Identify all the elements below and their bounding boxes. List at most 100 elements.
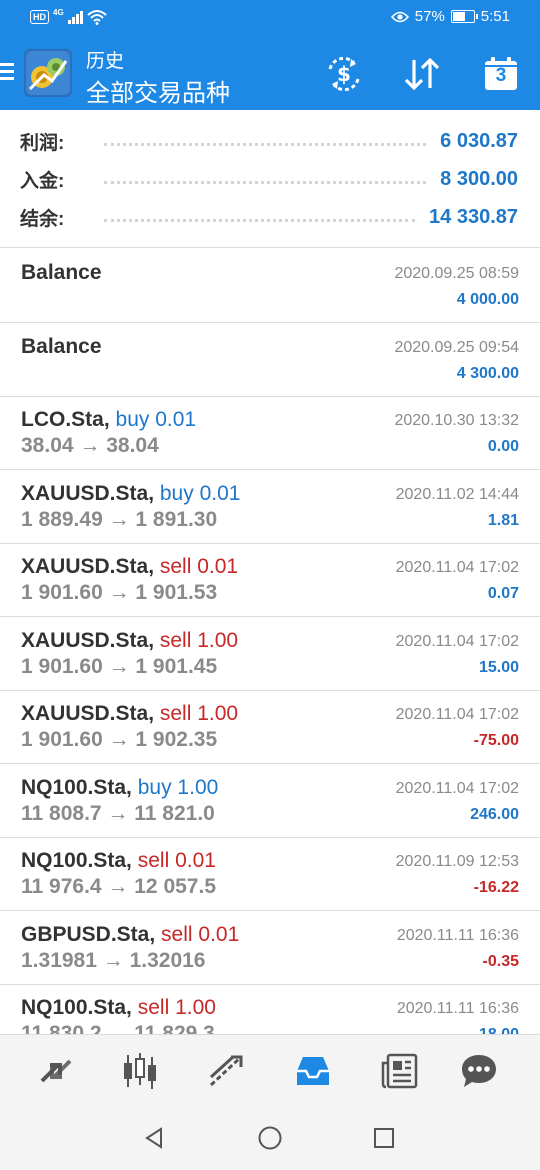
deal-time: 2020.11.09 12:53: [395, 853, 519, 870]
deal-profit: 4 300.00: [456, 364, 519, 382]
deal-profit: 0.07: [487, 585, 519, 602]
deal-symbol-line: NQ100.Sta, sell 1.00: [21, 996, 216, 1020]
svg-text:$: $: [337, 62, 351, 86]
calendar-day: 3: [495, 65, 507, 86]
deal-action: sell 1.00: [159, 628, 239, 652]
status-right: 57% 5:51: [390, 8, 510, 25]
app-bar: HD 4G 57% 5:51 历史 全部交易品种 $ 3: [0, 0, 540, 110]
header-title: 历史: [86, 51, 125, 72]
recents-icon: [374, 1128, 394, 1148]
deal-row[interactable]: XAUUSD.Sta, sell 0.01 1 901.60 → 1 901.53…: [0, 543, 540, 617]
deal-time: 2020.11.04 17:02: [395, 632, 519, 650]
home-button[interactable]: [256, 1124, 284, 1152]
deal-symbol: XAUUSD.Sta,: [21, 702, 155, 725]
deal-row[interactable]: GBPUSD.Sta, sell 0.01 1.31981 → 1.32016 20…: [0, 911, 540, 985]
deal-symbol: XAUUSD.Sta,: [21, 628, 155, 652]
deal-row[interactable]: Balance 2020.09.25 09:54 4 300.00: [0, 323, 540, 397]
deal-profit: 1.81: [487, 511, 519, 529]
deal-symbol-line: XAUUSD.Sta, sell 1.00: [21, 702, 238, 726]
deal-action: sell 1.00: [137, 996, 216, 1019]
deal-profit: 18.00: [479, 1026, 519, 1034]
battery-fill: [452, 12, 466, 21]
deal-time: 2020.09.25 08:59: [394, 265, 519, 282]
dot-leader: [104, 218, 416, 222]
deal-row[interactable]: XAUUSD.Sta, buy 0.01 1 889.49 → 1 891.30 2…: [0, 470, 540, 544]
deal-row[interactable]: Balance 2020.09.25 08:59 4 000.00: [0, 249, 540, 323]
back-icon: [145, 1127, 162, 1149]
deal-prices: 11 808.7 → 11 821.0: [21, 801, 215, 825]
deal-symbol-line: NQ100.Sta, sell 0.01: [21, 849, 216, 873]
deal-symbol: NQ100.Sta,: [21, 849, 132, 872]
currency-exchange-icon: $: [328, 57, 360, 91]
deal-symbol-line: XAUUSD.Sta, buy 0.01: [21, 482, 240, 506]
deal-row[interactable]: NQ100.Sta, sell 0.01 11 976.4 → 12 057.5 2…: [0, 837, 540, 911]
hd-badge: HD: [30, 10, 49, 24]
nav-chart[interactable]: [118, 1049, 162, 1093]
battery-percent: 57%: [414, 8, 445, 25]
deal-profit: 0.00: [487, 438, 519, 455]
nav-chat[interactable]: [457, 1049, 501, 1093]
network-type: 4G: [53, 7, 64, 17]
calendar-button[interactable]: 3: [479, 52, 523, 96]
deal-profit: 4 000.00: [456, 291, 519, 308]
deal-row[interactable]: NQ100.Sta, buy 1.00 11 808.7 → 11 821.0 20…: [0, 764, 540, 838]
nav-news[interactable]: [378, 1049, 422, 1093]
status-left: HD 4G: [30, 7, 107, 25]
deal-symbol: LCO.Sta,: [21, 408, 110, 431]
nav-quotes[interactable]: [34, 1049, 78, 1093]
app-logo[interactable]: [24, 49, 72, 97]
deal-time: 2020.11.04 17:02: [395, 559, 519, 576]
summary-row-deposit: 入金: 8 300.00: [20, 164, 518, 194]
deal-row[interactable]: XAUUSD.Sta, sell 1.00 1 901.60 → 1 901.45…: [0, 617, 540, 691]
nav-trade[interactable]: [205, 1049, 249, 1093]
summary-label: 结余:: [20, 208, 65, 230]
deal-row[interactable]: NQ100.Sta, sell 1.00 11 830.2 → 11 829.3 2…: [0, 984, 540, 1034]
deal-symbol-line: XAUUSD.Sta, sell 0.01: [21, 555, 238, 579]
news-icon: [381, 1053, 418, 1089]
summary-label: 利润:: [20, 132, 65, 154]
sort-icon: [404, 58, 440, 90]
deal-action: buy 1.00: [137, 775, 219, 799]
header-subtitle[interactable]: 全部交易品种: [86, 73, 230, 108]
deal-prices: 1 889.49 → 1 891.30: [21, 507, 218, 531]
deal-action: sell 0.01: [137, 849, 216, 872]
deal-row[interactable]: XAUUSD.Sta, sell 1.00 1 901.60 → 1 902.35…: [0, 690, 540, 764]
deal-time: 2020.09.25 09:54: [394, 338, 519, 356]
deal-list[interactable]: Balance 2020.09.25 08:59 4 000.00 Balance 20…: [0, 249, 540, 1034]
deal-symbol: Balance: [21, 334, 102, 358]
system-nav: [0, 1106, 540, 1170]
deal-symbol: NQ100.Sta,: [21, 996, 132, 1019]
deal-prices: 38.04 → 38.04: [21, 434, 159, 457]
deal-time: 2020.11.04 17:02: [395, 779, 519, 797]
deal-prices: 11 976.4 → 12 057.5: [21, 875, 216, 898]
deal-symbol: XAUUSD.Sta,: [21, 555, 155, 578]
chat-icon: [462, 1055, 496, 1087]
logo-graphic: [26, 51, 70, 95]
deal-prices: 1.31981 → 1.32016: [21, 948, 206, 972]
back-button[interactable]: [140, 1124, 168, 1152]
clock: 5:51: [480, 8, 510, 25]
deal-symbol-line: Balance: [21, 261, 102, 285]
deal-prices: 1 901.60 → 1 902.35: [21, 728, 218, 751]
deal-row[interactable]: LCO.Sta, buy 0.01 38.04 → 38.04 2020.10.30…: [0, 396, 540, 470]
battery-icon: [450, 10, 478, 23]
deal-profit: 15.00: [478, 658, 519, 676]
deal-prices: 1 901.60 → 1 901.53: [21, 581, 218, 604]
deal-action: sell 0.01: [161, 922, 240, 946]
wifi-icon: [87, 10, 107, 25]
deal-time: 2020.11.11 16:36: [396, 1000, 519, 1017]
deal-symbol-line: LCO.Sta, buy 0.01: [21, 408, 196, 432]
deal-symbol: XAUUSD.Sta,: [21, 481, 155, 505]
sort-button[interactable]: [400, 52, 444, 96]
deal-symbol-line: NQ100.Sta, buy 1.00: [21, 776, 218, 800]
recents-button[interactable]: [370, 1124, 398, 1152]
nav-history[interactable]: [291, 1049, 335, 1093]
deal-prices: 1 901.60 → 1 901.45: [21, 654, 218, 678]
menu-icon[interactable]: [0, 63, 14, 81]
dot-leader: [104, 142, 427, 146]
deal-symbol: GBPUSD.Sta,: [21, 922, 156, 946]
currency-exchange-button[interactable]: $: [322, 52, 366, 96]
summary-label: 入金:: [20, 170, 65, 192]
deal-time: 2020.11.02 14:44: [395, 485, 519, 503]
summary-row-profit: 利润: 6 030.87: [20, 126, 518, 156]
